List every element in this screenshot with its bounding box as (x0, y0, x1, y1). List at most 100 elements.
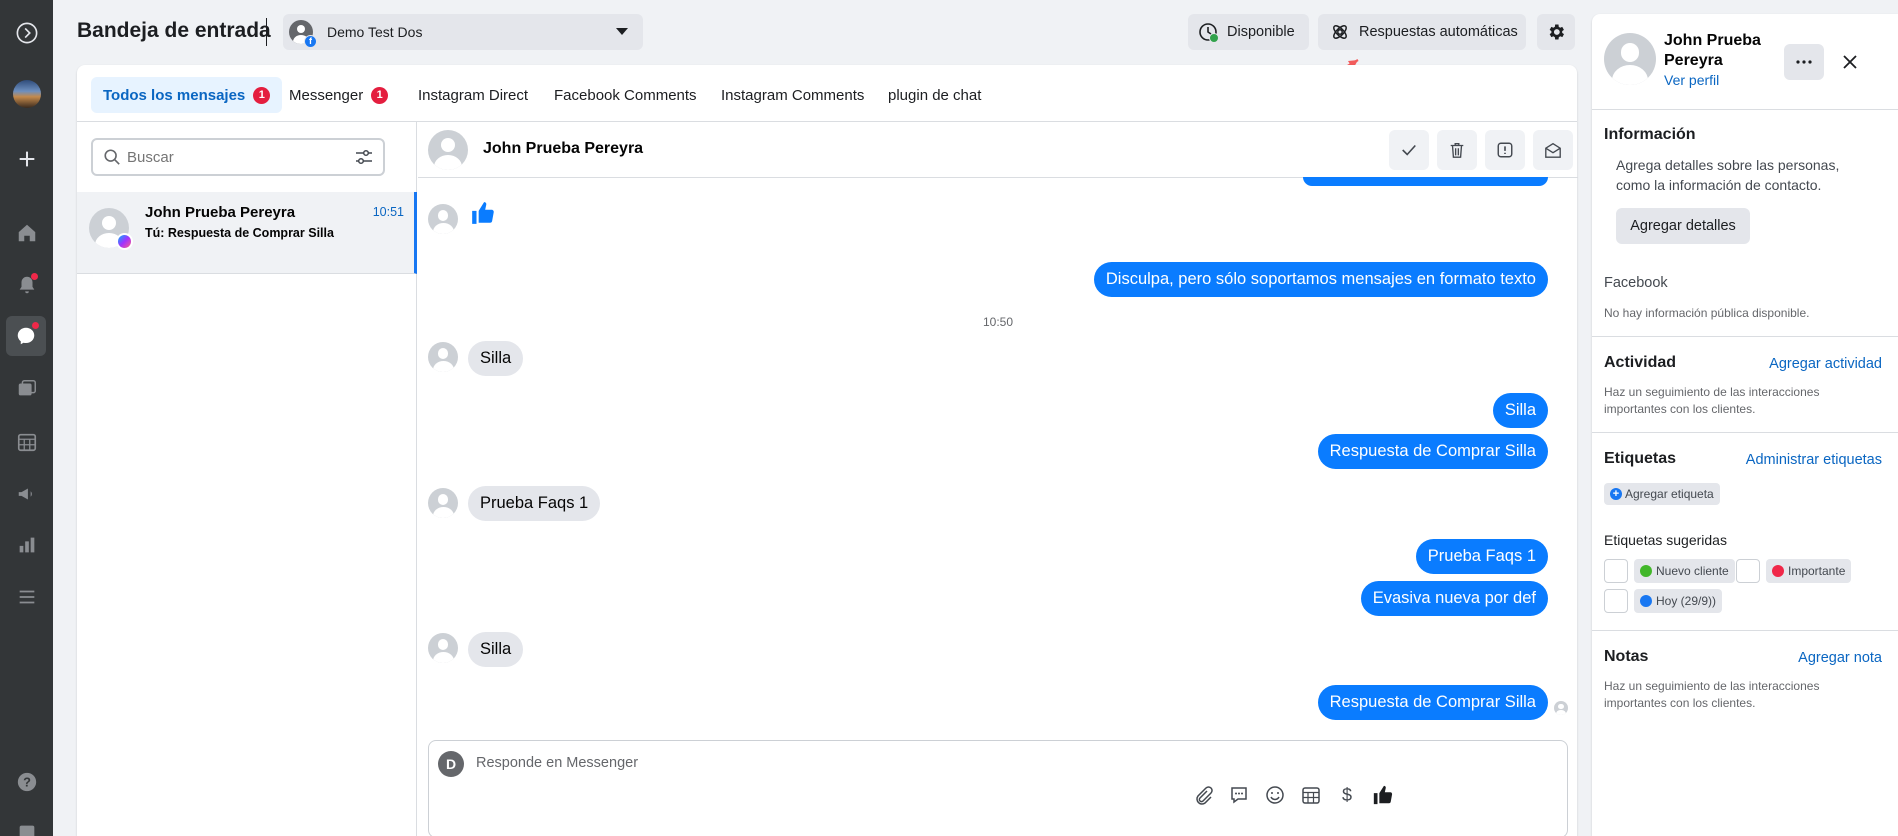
facebook-section-title: Facebook (1604, 275, 1668, 291)
messenger-icon (116, 233, 133, 250)
profile-avatar (1604, 33, 1656, 85)
facebook-description: No hay información pública disponible. (1604, 306, 1810, 320)
message-bubble-outgoing: Respuesta de Comprar Silla (1317, 434, 1548, 469)
message-preview: Tú: Respuesta de Comprar Silla (145, 226, 334, 240)
filter-icon[interactable] (355, 149, 373, 165)
help-icon[interactable]: ? (12, 767, 41, 796)
label-color-dot (1772, 565, 1784, 577)
spam-alert-icon (1497, 142, 1513, 158)
labels-section-title: Etiquetas (1604, 450, 1677, 467)
ellipsis-icon (1796, 60, 1812, 64)
add-activity-link[interactable]: Agregar actividad (1769, 356, 1882, 372)
chevron-down-icon (616, 28, 628, 35)
info-section-title: Información (1604, 126, 1696, 143)
manage-labels-link[interactable]: Administrar etiquetas (1746, 452, 1882, 468)
notes-section-title: Notas (1604, 648, 1649, 665)
thumbs-up-icon (472, 202, 494, 224)
contact-details-panel: John Prueba Pereyra Ver perfil Informaci… (1592, 14, 1898, 836)
settings-button[interactable] (1537, 14, 1575, 50)
inbox-main-panel: Todos los mensajes 1 Messenger 1 Instagram… (77, 65, 1621, 836)
search-input[interactable] (127, 148, 327, 166)
divider (1592, 336, 1898, 337)
auto-replies-label: Respuestas automáticas (1359, 24, 1518, 40)
previous-message-bubble (1303, 177, 1548, 186)
content-icon[interactable] (12, 374, 41, 403)
suggested-labels-title: Etiquetas sugeridas (1604, 532, 1727, 548)
mark-spam-button[interactable] (1485, 130, 1525, 170)
envelope-icon (1545, 142, 1561, 158)
close-panel-button[interactable] (1836, 48, 1864, 76)
page-avatar[interactable] (12, 79, 41, 108)
more-options-button[interactable] (1784, 44, 1824, 80)
payment-dollar-icon[interactable]: $ (1335, 783, 1359, 807)
message-bubble-outgoing: Silla (1492, 393, 1548, 428)
message-composer[interactable]: D Responde en Messenger $ (428, 740, 1568, 836)
automation-icon (1333, 25, 1347, 39)
inbox-icon[interactable] (6, 316, 46, 356)
add-label-button[interactable]: + Agregar etiqueta (1604, 483, 1720, 505)
tab-all-messages[interactable]: Todos los mensajes 1 (91, 77, 283, 113)
page-title: Bandeja de entrada (77, 19, 271, 42)
ads-megaphone-icon[interactable] (12, 479, 41, 508)
divider (1592, 109, 1898, 110)
notifications-icon[interactable] (12, 270, 41, 299)
label-checkbox[interactable] (1736, 559, 1760, 583)
sender-avatar: D (438, 751, 464, 777)
message-bubble-outgoing: Respuesta de Comprar Silla (1317, 685, 1548, 720)
close-icon (1843, 55, 1857, 69)
unread-badge: 1 (253, 86, 271, 104)
auto-replies-button[interactable]: Respuestas automáticas (1318, 14, 1526, 50)
availability-label: Disponible (1227, 24, 1295, 40)
menu-icon[interactable] (12, 582, 41, 611)
label-checkbox[interactable] (1604, 559, 1628, 583)
svg-text:$: $ (1342, 785, 1352, 805)
plus-circle-icon: + (1610, 488, 1622, 500)
gear-icon (1549, 24, 1564, 40)
facebook-icon: f (304, 35, 317, 48)
settings-panel-icon[interactable] (12, 818, 41, 836)
add-details-button[interactable]: Agregar detalles (1616, 208, 1750, 244)
add-label-text: Agregar etiqueta (1625, 487, 1714, 501)
conversation-time: 10:51 (372, 205, 404, 219)
page-selector-dropdown[interactable]: f Demo Test Dos (283, 14, 643, 50)
conversation-item[interactable]: John Prueba Pereyra Tú: Respuesta de Com… (77, 192, 417, 274)
view-profile-link[interactable]: Ver perfil (1664, 72, 1719, 88)
mark-done-button[interactable] (1389, 130, 1429, 170)
contact-avatar (428, 204, 458, 234)
tab-chat-plugin[interactable]: plugin de chat (876, 77, 993, 113)
tab-instagram-comments[interactable]: Instagram Comments (709, 77, 876, 113)
search-box[interactable] (91, 138, 385, 176)
appointment-calendar-icon[interactable] (1299, 783, 1323, 807)
left-navigation-rail: ? (0, 0, 53, 836)
add-note-link[interactable]: Agregar nota (1798, 650, 1882, 666)
saved-replies-icon[interactable] (1227, 783, 1251, 807)
meta-logo-icon[interactable] (12, 18, 41, 47)
delete-button[interactable] (1437, 130, 1477, 170)
tab-messenger[interactable]: Messenger 1 (277, 77, 400, 113)
trash-icon (1450, 143, 1464, 158)
availability-button[interactable]: Disponible (1188, 14, 1309, 50)
send-like-icon[interactable] (1371, 783, 1395, 807)
chat-thread: John Prueba Pereyra Disculpa, pero sólo … (418, 122, 1621, 836)
message-bubble-incoming: Silla (468, 341, 524, 376)
composer-input[interactable]: Responde en Messenger (476, 755, 638, 771)
page-avatar: f (289, 20, 317, 48)
home-icon[interactable] (12, 218, 41, 247)
search-icon (104, 149, 120, 165)
seen-avatar (1554, 701, 1568, 715)
tab-facebook-comments[interactable]: Facebook Comments (542, 77, 709, 113)
emoji-icon[interactable] (1263, 783, 1287, 807)
contact-avatar (428, 633, 458, 663)
contact-avatar (428, 488, 458, 518)
notes-description: Haz un seguimiento de las interacciones … (1604, 679, 1820, 710)
tab-instagram-direct[interactable]: Instagram Direct (406, 77, 540, 113)
create-plus-icon[interactable] (12, 144, 41, 173)
mark-unread-button[interactable] (1533, 130, 1573, 170)
activity-section-title: Actividad (1604, 354, 1677, 371)
message-bubble-outgoing: Prueba Faqs 1 (1415, 539, 1548, 574)
attachment-icon[interactable] (1191, 783, 1215, 807)
contact-avatar (428, 342, 458, 372)
planner-icon[interactable] (12, 427, 41, 456)
insights-icon[interactable] (12, 530, 41, 559)
label-checkbox[interactable] (1604, 589, 1628, 613)
